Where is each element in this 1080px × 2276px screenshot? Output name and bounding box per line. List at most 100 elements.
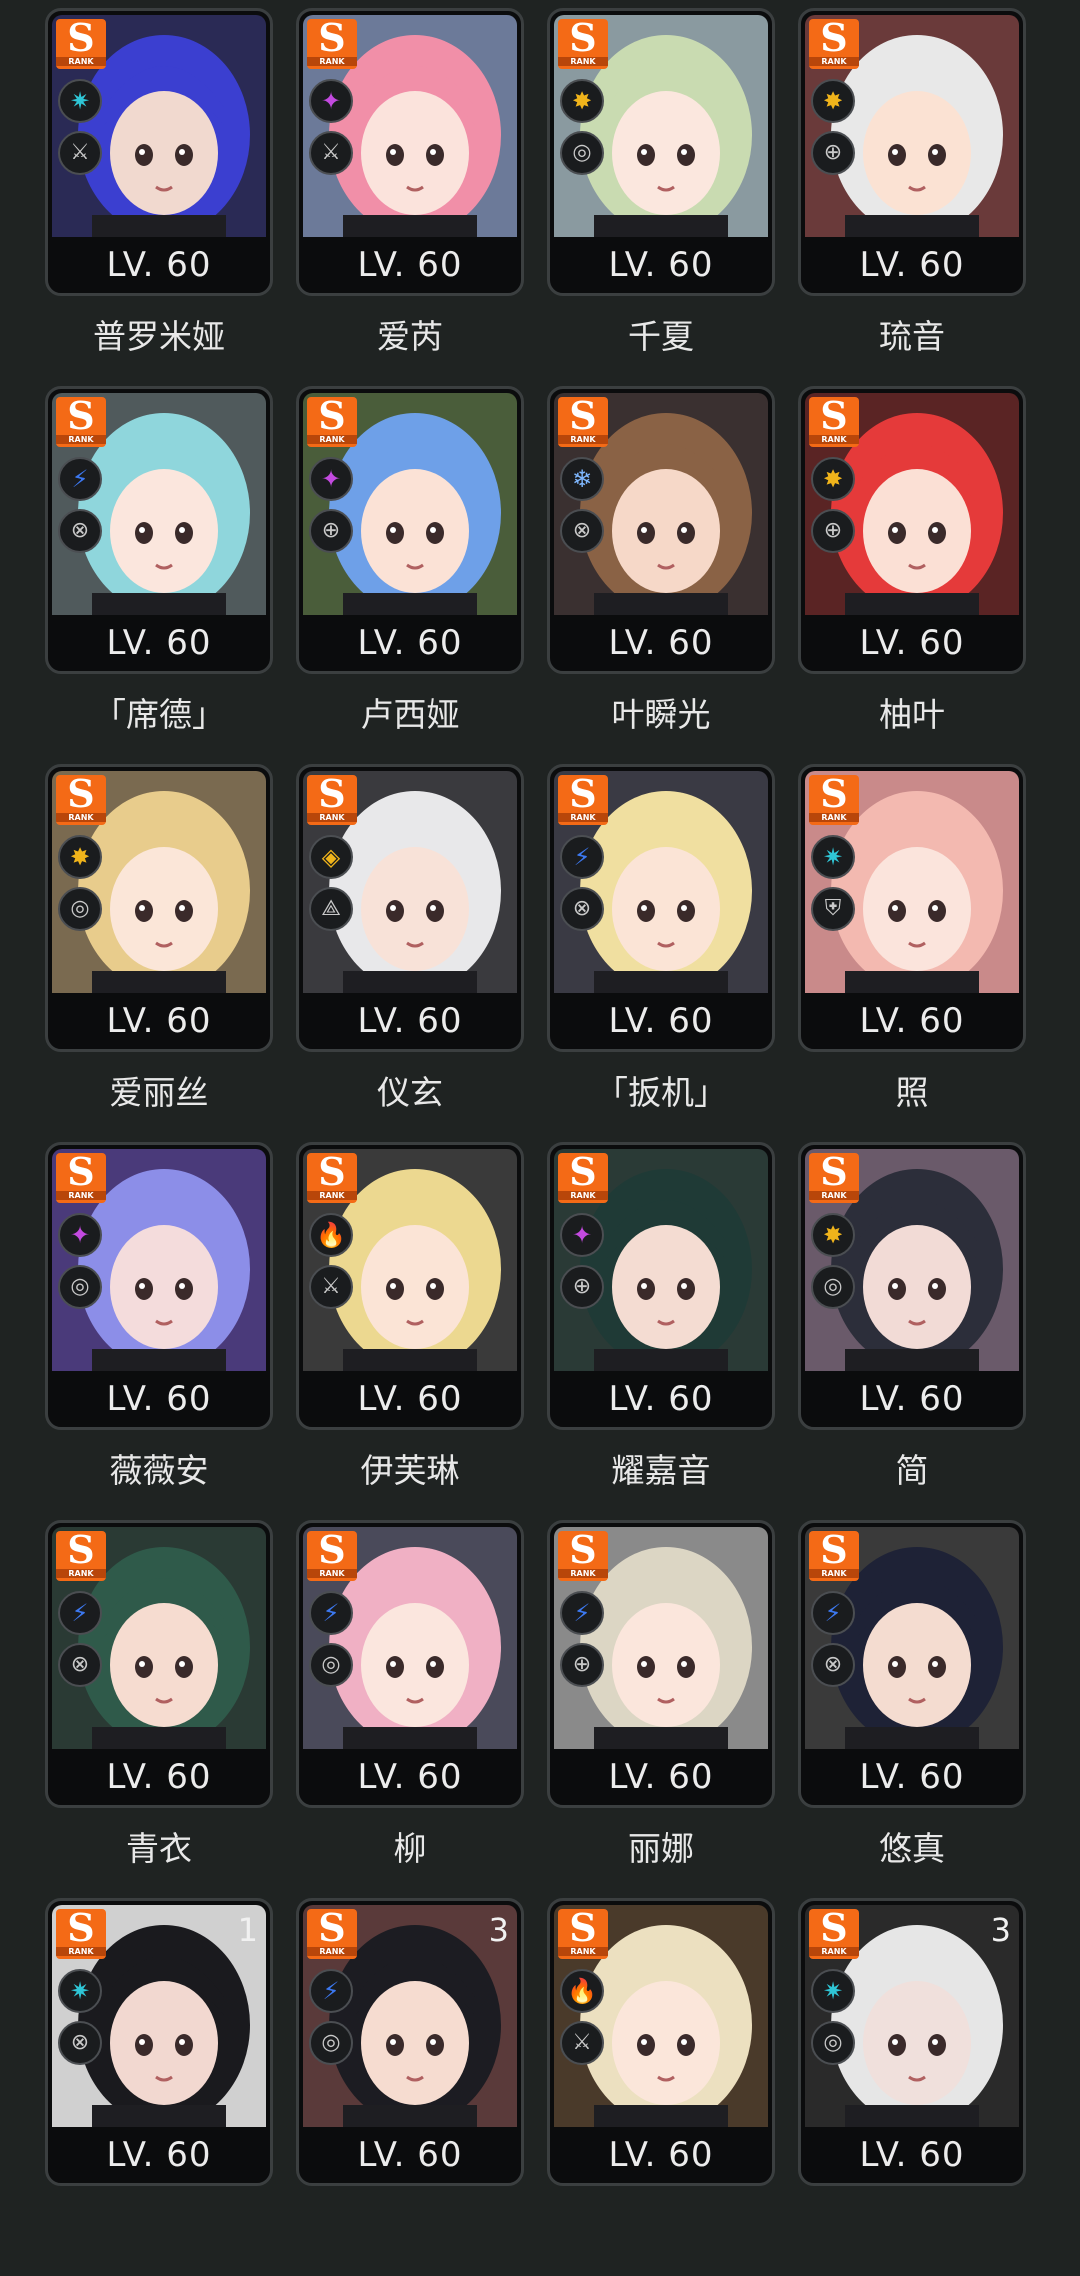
support-specialty-icon: ⊕	[560, 1265, 604, 1309]
fire-attribute-icon: 🔥	[560, 1969, 604, 2013]
agent-card[interactable]: S RANK ✷ ⚔ LV. 60 普罗米娅	[45, 8, 273, 386]
s-rank-badge-icon: S RANK	[307, 1531, 357, 1581]
agent-name: 千夏	[628, 317, 694, 356]
s-rank-badge-icon: S RANK	[56, 19, 106, 69]
agent-level: LV. 60	[357, 2135, 463, 2175]
ether-attribute-icon: ✦	[58, 1213, 102, 1257]
s-rank-badge-icon: S RANK	[558, 1909, 608, 1959]
agent-card[interactable]: S RANK ✸ ◎ LV. 60 简	[798, 1142, 1026, 1520]
stun-specialty-icon: ⊗	[811, 1643, 855, 1687]
electric-attribute-icon: ⚡	[309, 1591, 353, 1635]
agent-frame: S RANK ✸ ◎ LV. 60	[547, 8, 775, 296]
agent-card[interactable]: S RANK ✷ ◎ 3 LV. 60	[798, 1898, 1026, 2276]
agent-card[interactable]: S RANK ⚡ ⊗ LV. 60 「席德」	[45, 386, 273, 764]
support-specialty-icon: ⊕	[560, 1643, 604, 1687]
s-rank-badge-icon: S RANK	[307, 1909, 357, 1959]
attack-specialty-icon: ⚔	[58, 131, 102, 175]
agent-name: 照	[895, 1073, 929, 1112]
agent-frame: S RANK ⚡ ⊗ LV. 60	[45, 1520, 273, 1808]
agent-card[interactable]: S RANK ✦ ⊕ LV. 60 耀嘉音	[547, 1142, 775, 1520]
s-rank-badge-icon: S RANK	[809, 397, 859, 447]
agent-grid: S RANK ✷ ⚔ LV. 60 普罗米娅 S RANK ✦ ⚔ LV. 60…	[0, 0, 1080, 2186]
agent-frame: S RANK ⚡ ⊗ LV. 60	[798, 1520, 1026, 1808]
agent-level: LV. 60	[859, 2135, 965, 2175]
s-rank-badge-icon: S RANK	[56, 775, 106, 825]
agent-frame: S RANK ✦ ⊕ LV. 60	[547, 1142, 775, 1430]
ether-attribute-icon: ✦	[309, 457, 353, 501]
electric-attribute-icon: ⚡	[58, 1591, 102, 1635]
agent-name: 「席德」	[93, 695, 225, 734]
agent-card[interactable]: S RANK ◈ ⟁ LV. 60 仪玄	[296, 764, 524, 1142]
agent-name: 丽娜	[628, 1829, 694, 1868]
agent-frame: S RANK ⚡ ◎ 3 LV. 60	[296, 1898, 524, 2186]
agent-level: LV. 60	[608, 1757, 714, 1797]
mindscape-count: 3	[990, 1911, 1011, 1949]
agent-name: 悠真	[879, 1829, 945, 1868]
honed-attribute-icon: ◈	[309, 835, 353, 879]
agent-frame: S RANK ✦ ⚔ LV. 60	[296, 8, 524, 296]
electric-attribute-icon: ⚡	[58, 457, 102, 501]
agent-level: LV. 60	[357, 245, 463, 285]
agent-name: 叶瞬光	[611, 695, 711, 734]
agent-card[interactable]: S RANK ✷ ⛨ LV. 60 照	[798, 764, 1026, 1142]
stun-specialty-icon: ⊗	[58, 1643, 102, 1687]
anomaly-specialty-icon: ◎	[58, 887, 102, 931]
agent-name: 柳	[393, 1829, 427, 1868]
agent-level: LV. 60	[106, 1757, 212, 1797]
agent-card[interactable]: S RANK ❄ ⊗ LV. 60 叶瞬光	[547, 386, 775, 764]
support-specialty-icon: ⊕	[811, 131, 855, 175]
agent-level: LV. 60	[106, 1379, 212, 1419]
agent-level: LV. 60	[357, 1001, 463, 1041]
agent-frame: S RANK ⚡ ⊗ LV. 60	[547, 764, 775, 1052]
physical-attribute-icon: ✸	[811, 457, 855, 501]
agent-card[interactable]: S RANK ✦ ◎ LV. 60 薇薇安	[45, 1142, 273, 1520]
ice-attribute-icon: ✷	[58, 79, 102, 123]
agent-frame: S RANK ✸ ⊕ LV. 60	[798, 8, 1026, 296]
mindscape-count: 1	[237, 1911, 258, 1949]
agent-card[interactable]: S RANK ✦ ⚔ LV. 60 爱芮	[296, 8, 524, 386]
s-rank-badge-icon: S RANK	[56, 397, 106, 447]
fire-attribute-icon: 🔥	[309, 1213, 353, 1257]
support-specialty-icon: ⊕	[811, 509, 855, 553]
agent-card[interactable]: S RANK 🔥 ⚔ LV. 60	[547, 1898, 775, 2276]
agent-card[interactable]: S RANK ✸ ⊕ LV. 60 琉音	[798, 8, 1026, 386]
physical-attribute-icon: ✸	[811, 79, 855, 123]
s-rank-badge-icon: S RANK	[558, 19, 608, 69]
physical-attribute-icon: ✸	[811, 1213, 855, 1257]
agent-card[interactable]: S RANK ⚡ ◎ 3 LV. 60	[296, 1898, 524, 2276]
agent-level: LV. 60	[106, 1001, 212, 1041]
agent-frame: S RANK ⚡ ◎ LV. 60	[296, 1520, 524, 1808]
agent-frame: S RANK ✷ ◎ 3 LV. 60	[798, 1898, 1026, 2186]
agent-card[interactable]: S RANK ✸ ⊕ LV. 60 柚叶	[798, 386, 1026, 764]
electric-attribute-icon: ⚡	[309, 1969, 353, 2013]
agent-frame: S RANK ✷ ⚔ LV. 60	[45, 8, 273, 296]
agent-card[interactable]: S RANK ✷ ⊗ 1 LV. 60	[45, 1898, 273, 2276]
agent-card[interactable]: S RANK ⚡ ⊗ LV. 60 「扳机」	[547, 764, 775, 1142]
agent-card[interactable]: S RANK ⚡ ◎ LV. 60 柳	[296, 1520, 524, 1898]
stun-specialty-icon: ⊗	[58, 509, 102, 553]
s-rank-badge-icon: S RANK	[809, 1531, 859, 1581]
agent-name: 爱丽丝	[109, 1073, 209, 1112]
agent-level: LV. 60	[859, 623, 965, 663]
stun-specialty-icon: ⊗	[560, 887, 604, 931]
agent-card[interactable]: S RANK ⚡ ⊕ LV. 60 丽娜	[547, 1520, 775, 1898]
agent-card[interactable]: S RANK 🔥 ⚔ LV. 60 伊芙琳	[296, 1142, 524, 1520]
agent-frame: S RANK ◈ ⟁ LV. 60	[296, 764, 524, 1052]
agent-card[interactable]: S RANK ✸ ◎ LV. 60 千夏	[547, 8, 775, 386]
agent-level: LV. 60	[859, 1001, 965, 1041]
agent-name: 「扳机」	[595, 1073, 727, 1112]
agent-card[interactable]: S RANK ✦ ⊕ LV. 60 卢西娅	[296, 386, 524, 764]
agent-card[interactable]: S RANK ✸ ◎ LV. 60 爱丽丝	[45, 764, 273, 1142]
attack-specialty-icon: ⚔	[560, 2021, 604, 2065]
agent-frame: S RANK ✸ ◎ LV. 60	[45, 764, 273, 1052]
s-rank-badge-icon: S RANK	[558, 775, 608, 825]
agent-frame: S RANK ❄ ⊗ LV. 60	[547, 386, 775, 674]
agent-level: LV. 60	[357, 623, 463, 663]
agent-card[interactable]: S RANK ⚡ ⊗ LV. 60 悠真	[798, 1520, 1026, 1898]
anomaly-specialty-icon: ◎	[58, 1265, 102, 1309]
agent-card[interactable]: S RANK ⚡ ⊗ LV. 60 青衣	[45, 1520, 273, 1898]
agent-name: 青衣	[126, 1829, 192, 1868]
agent-name: 仪玄	[377, 1073, 443, 1112]
agent-frame: S RANK ✷ ⊗ 1 LV. 60	[45, 1898, 273, 2186]
agent-frame: S RANK ✦ ⊕ LV. 60	[296, 386, 524, 674]
